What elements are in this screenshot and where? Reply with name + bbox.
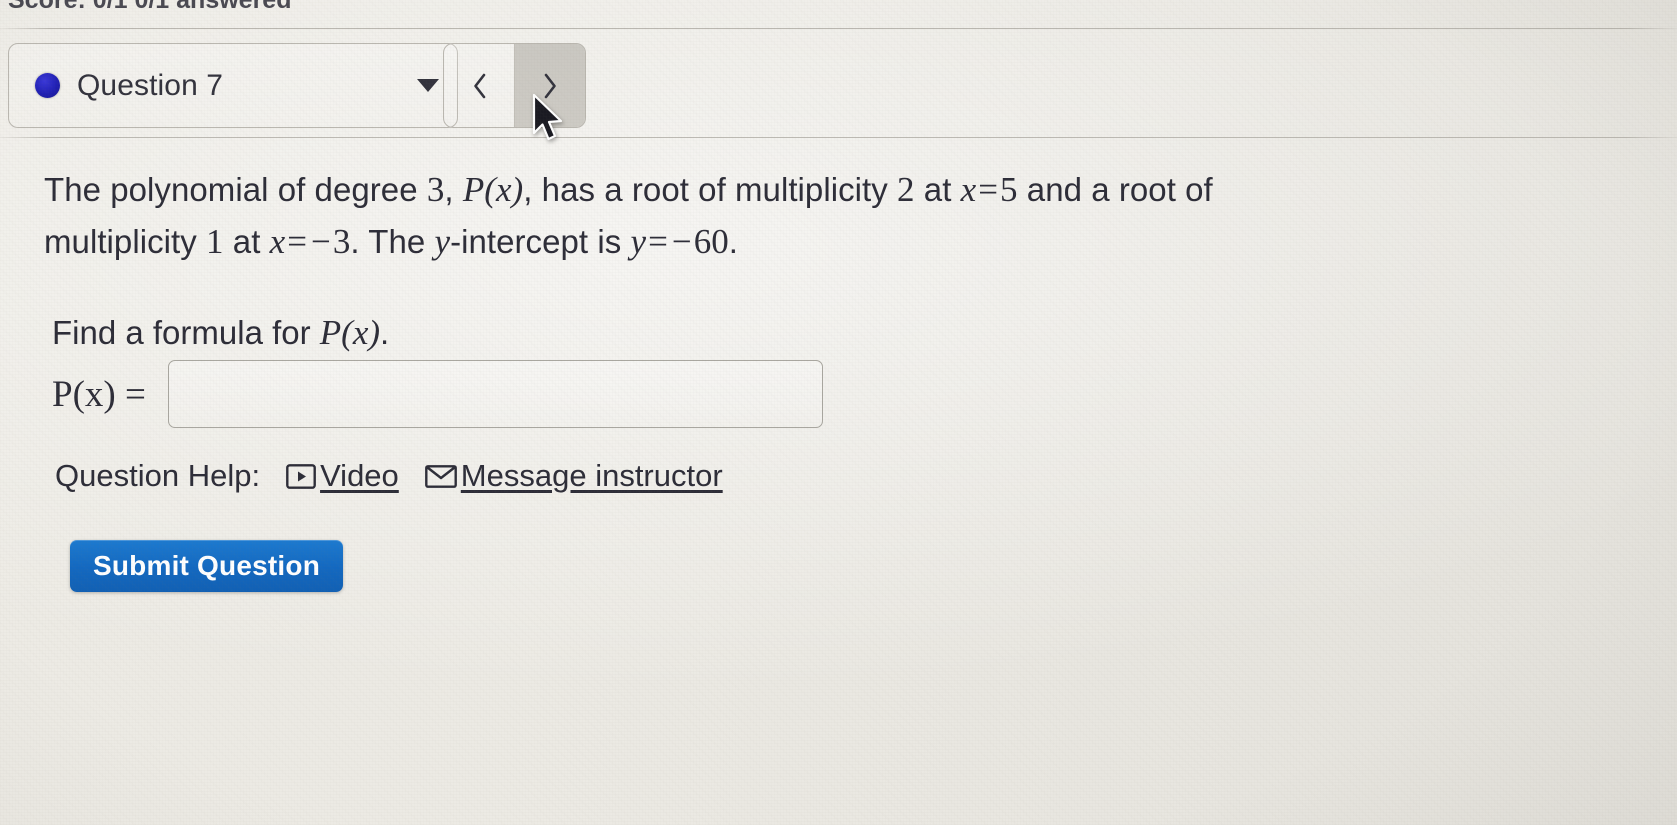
stmt-part-1: The polynomial of degree <box>44 171 427 208</box>
truncated-top-line-text: Score: 0/1 0/1 answered <box>0 0 1677 8</box>
question-help-label: Question Help: <box>55 458 261 493</box>
find-prompt-suffix: . <box>380 314 390 351</box>
find-prompt-math: P(x) <box>319 313 381 352</box>
stmt-y-intercept-60: 60 <box>693 222 729 261</box>
stmt-root-5: 5 <box>1000 170 1018 209</box>
question-status-dot-icon <box>35 73 60 98</box>
submit-question-button[interactable]: Submit Question <box>70 540 343 592</box>
stmt-var-y-2: y <box>630 222 647 261</box>
find-formula-prompt: Find a formula for P(x). <box>52 313 389 353</box>
stmt-part-9: . <box>728 223 739 260</box>
stmt-equals-2: = <box>287 222 308 261</box>
stmt-minus-2: − <box>671 222 692 261</box>
stmt-equals-3: = <box>648 222 668 261</box>
answer-row: P(x) = <box>52 360 823 428</box>
video-help-link[interactable]: Video <box>286 458 399 494</box>
previous-question-button[interactable] <box>444 44 515 127</box>
header-divider-top <box>0 28 1677 29</box>
find-prompt-prefix: Find a formula for <box>52 314 320 351</box>
stmt-part-4: at <box>914 171 961 208</box>
stmt-equals-1: = <box>978 170 999 209</box>
stmt-p-of-x: P(x) <box>462 170 524 209</box>
next-question-button[interactable] <box>515 44 585 127</box>
stmt-degree: 3 <box>426 170 445 209</box>
stmt-multiplicity-1: 1 <box>206 222 224 261</box>
question-selector-dropdown[interactable]: Question 7 <box>8 43 458 128</box>
question-help-row: Question Help: Video Message instructor <box>55 458 723 494</box>
video-help-label: Video <box>320 458 399 493</box>
stmt-part-7: . The <box>350 223 435 260</box>
stmt-var-y-1: y <box>434 222 451 261</box>
truncated-top-line: Score: 0/1 0/1 answered <box>0 0 1677 8</box>
chevron-left-icon <box>473 73 485 98</box>
stmt-part-3: , has a root of multiplicity <box>523 171 898 208</box>
chevron-down-icon <box>417 79 439 92</box>
stmt-var-x-1: x <box>960 170 977 209</box>
message-instructor-link[interactable]: Message instructor <box>424 458 723 494</box>
answer-input[interactable] <box>167 360 823 428</box>
answer-label: P(x) = <box>52 373 146 415</box>
stmt-part-8: -intercept is <box>450 223 631 260</box>
stmt-multiplicity-2: 2 <box>897 170 915 209</box>
question-navigation-group <box>443 43 586 128</box>
stmt-part-6: at <box>223 223 270 260</box>
play-video-icon <box>286 463 316 489</box>
chevron-right-icon <box>544 73 556 98</box>
stmt-part-2: , <box>444 171 463 208</box>
header-divider-bottom <box>0 137 1677 138</box>
stmt-minus-1: − <box>311 222 331 261</box>
stmt-var-x-2: x <box>269 222 286 261</box>
message-instructor-label: Message instructor <box>460 458 723 493</box>
question-selector-label: Question 7 <box>77 68 224 102</box>
question-statement: The polynomial of degree 3, P(x), has a … <box>44 164 1374 268</box>
envelope-icon <box>424 464 457 488</box>
stmt-root-3: 3 <box>332 222 351 261</box>
